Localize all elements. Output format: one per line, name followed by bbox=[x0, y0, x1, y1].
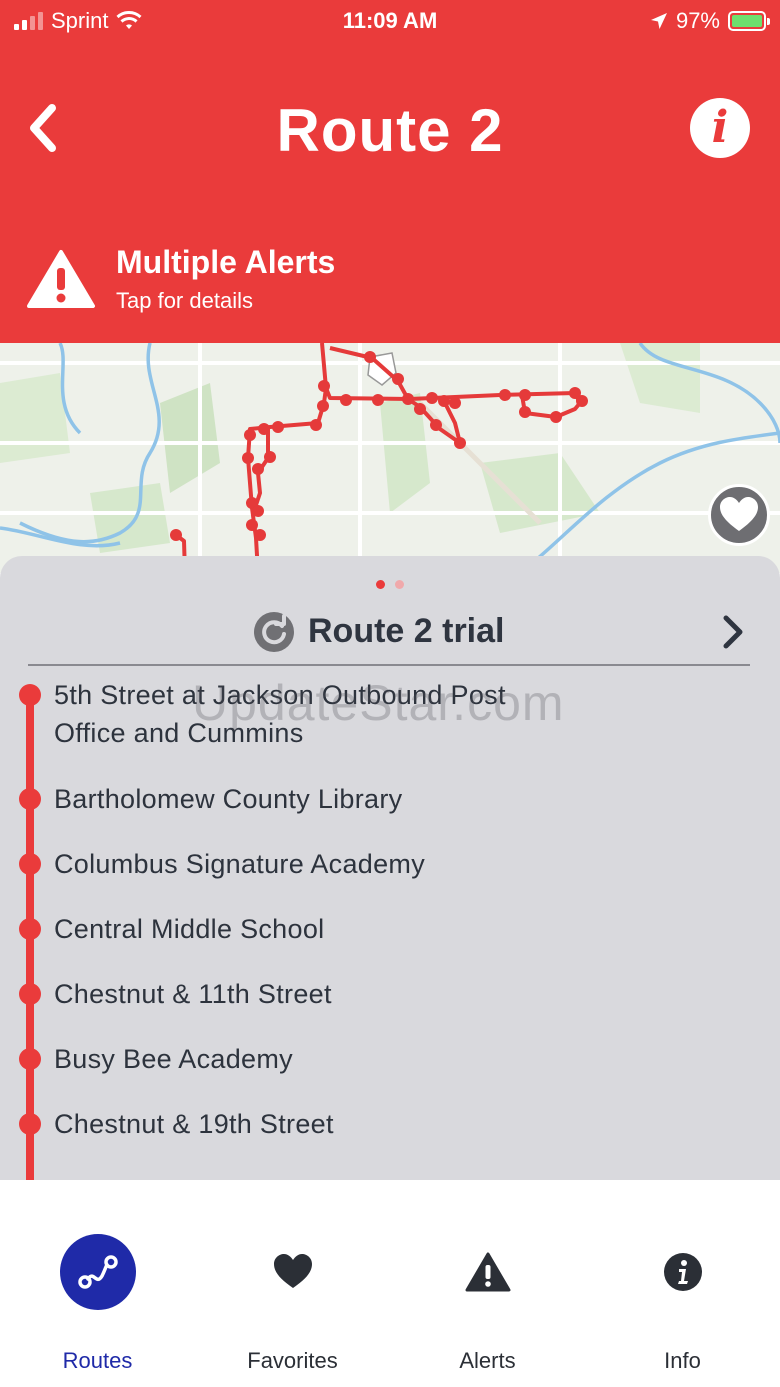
alert-title: Multiple Alerts bbox=[116, 244, 336, 280]
stop-dot bbox=[19, 918, 41, 940]
stop-item[interactable]: Central Middle School bbox=[0, 910, 780, 975]
battery-percent: 97% bbox=[675, 8, 720, 33]
divider bbox=[28, 664, 750, 666]
alert-banner[interactable]: Multiple Alerts Tap for details bbox=[0, 240, 780, 343]
tab-favorites[interactable]: Favorites bbox=[195, 1180, 390, 1387]
stop-name: Bartholomew County Library bbox=[54, 784, 403, 814]
stop-item[interactable]: Busy Bee Academy bbox=[0, 1040, 780, 1105]
page-dot bbox=[395, 580, 404, 589]
map-canvas bbox=[0, 343, 780, 573]
route-variant-title: Route 2 trial bbox=[308, 612, 505, 650]
heart-icon bbox=[255, 1234, 331, 1310]
alert-subtitle: Tap for details bbox=[116, 288, 253, 313]
route-info-button[interactable]: i bbox=[690, 98, 750, 158]
stop-dot bbox=[19, 788, 41, 810]
tab-label-routes: Routes bbox=[62, 1348, 133, 1373]
stop-item[interactable]: Columbus Signature Academy bbox=[0, 845, 780, 910]
favorite-route-button[interactable] bbox=[708, 484, 770, 546]
stop-dot bbox=[19, 983, 41, 1005]
tab-info[interactable]: Info bbox=[585, 1180, 780, 1387]
page-dot-active bbox=[376, 580, 385, 589]
tab-label-favorites: Favorites bbox=[247, 1348, 338, 1373]
page-title: Route 2 bbox=[276, 97, 504, 164]
page-indicator[interactable] bbox=[0, 580, 780, 589]
stop-dot bbox=[19, 1048, 41, 1070]
stop-item[interactable]: Chestnut & 11th Street bbox=[0, 975, 780, 1040]
stop-item[interactable]: Bartholomew County Library bbox=[0, 780, 780, 845]
stop-dot bbox=[19, 1113, 41, 1135]
stop-list: 5th Street at Jackson Outbound Post Offi… bbox=[0, 676, 780, 1170]
tab-routes[interactable]: Routes bbox=[0, 1180, 195, 1387]
info-icon bbox=[645, 1234, 721, 1310]
warning-icon bbox=[450, 1234, 526, 1310]
tab-bar: Routes Favorites Alerts Info bbox=[0, 1180, 780, 1387]
stop-name: Busy Bee Academy bbox=[54, 1044, 293, 1074]
stop-dot bbox=[19, 684, 41, 706]
tab-label-alerts: Alerts bbox=[459, 1348, 516, 1373]
stop-dot bbox=[19, 853, 41, 875]
stop-name: 5th Street at Jackson Outbound Post Offi… bbox=[54, 680, 506, 748]
tab-label-info: Info bbox=[664, 1348, 701, 1373]
refresh-icon bbox=[254, 612, 294, 652]
heart-icon bbox=[720, 497, 758, 531]
stop-item[interactable]: Chestnut & 19th Street bbox=[0, 1105, 780, 1170]
stop-name: Columbus Signature Academy bbox=[54, 849, 425, 879]
status-bar: Sprint 11:09 AM 97% bbox=[0, 0, 780, 40]
location-arrow-icon bbox=[650, 13, 667, 29]
route-header: Route 2 i Multiple Alerts Tap for detail… bbox=[0, 40, 780, 343]
info-icon: i bbox=[711, 102, 729, 153]
route-variant-row[interactable]: Route 2 trial bbox=[0, 604, 780, 664]
warning-icon bbox=[27, 250, 95, 308]
tab-alerts[interactable]: Alerts bbox=[390, 1180, 585, 1387]
stop-name: Central Middle School bbox=[54, 914, 325, 944]
stop-item[interactable]: 5th Street at Jackson Outbound Post Offi… bbox=[0, 676, 780, 780]
stops-sheet[interactable]: Route 2 trial 5th Street at Jackson Outb… bbox=[0, 556, 780, 1180]
route-map[interactable] bbox=[0, 343, 780, 573]
route-icon bbox=[59, 1234, 136, 1310]
stop-name: Chestnut & 11th Street bbox=[54, 979, 332, 1009]
chevron-right-icon[interactable] bbox=[718, 614, 748, 650]
battery-icon bbox=[728, 11, 770, 31]
stop-name: Chestnut & 19th Street bbox=[54, 1109, 334, 1139]
